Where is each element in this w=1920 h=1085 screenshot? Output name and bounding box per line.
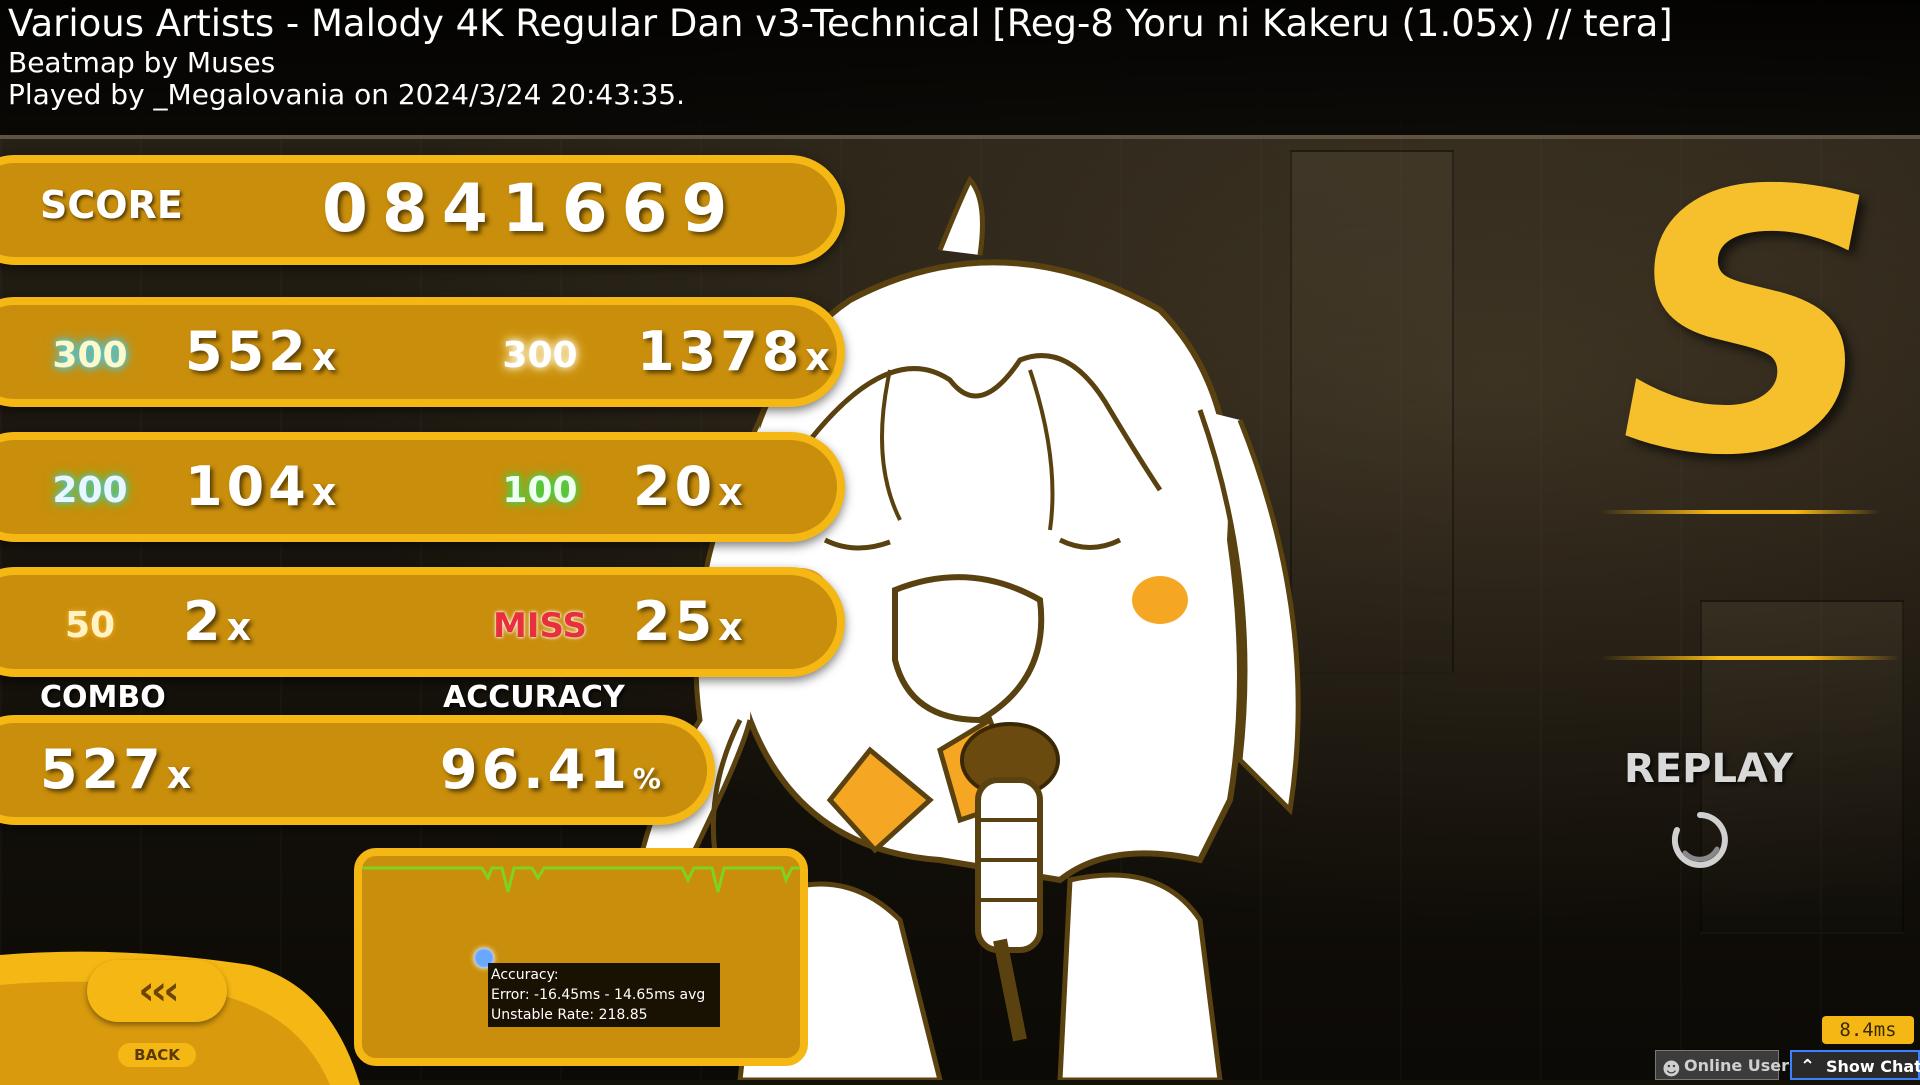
song-title: Various Artists - Malody 4K Regular Dan … <box>8 2 1673 45</box>
judgement-300-count-suffix: x <box>311 335 337 379</box>
show-chat-button[interactable]: ⌃ Show Chat <box>1790 1050 1920 1080</box>
beatmap-author: Beatmap by Muses <box>8 46 276 79</box>
combo-value-suffix: x <box>166 753 192 797</box>
accuracy-value: 96.41% <box>440 738 661 801</box>
judgement-50-count-value: 2 <box>183 590 225 653</box>
judgement-geki-count: 1378x <box>637 320 830 383</box>
judgement-100-count-value: 20 <box>633 455 717 518</box>
judgement-miss-icon: MISS <box>493 606 587 646</box>
replay-spinner-icon <box>1671 812 1728 868</box>
show-chat-label: Show Chat <box>1826 1057 1920 1076</box>
performance-graph[interactable] <box>354 848 808 1066</box>
judgement-200-count: 104x <box>185 455 336 518</box>
judgement-50-icon: 50 <box>64 605 116 646</box>
judgement-miss-count-value: 25 <box>633 590 717 653</box>
back-button[interactable]: ‹‹‹ <box>87 960 227 1022</box>
judgement-geki-icon: 300 <box>502 335 578 376</box>
tooltip-error: Error: -16.45ms - 14.65ms avg <box>491 987 706 1003</box>
grade-divider-top <box>1600 510 1880 514</box>
judgement-100-icon: 100 <box>502 470 578 511</box>
judgement-300-count: 552x <box>185 320 336 383</box>
grade-letter: S <box>1620 115 1880 534</box>
judgement-geki-count-suffix: x <box>805 335 830 379</box>
judgement-300-count-value: 552 <box>185 320 310 383</box>
replay-button[interactable]: REPLAY <box>1624 746 1793 792</box>
grade-divider-bottom <box>1600 656 1900 660</box>
online-users-button[interactable]: ☻ Online Users <box>1655 1050 1799 1080</box>
back-chevrons-icon: ‹‹‹ <box>138 968 180 1014</box>
judgement-50-count-suffix: x <box>226 605 252 649</box>
accuracy-caption: ACCURACY <box>443 680 625 715</box>
judgement-miss-count: 25x <box>633 590 743 653</box>
accuracy-value-suffix: % <box>632 762 661 795</box>
online-users-icon: ☻ <box>1662 1059 1681 1080</box>
score-label: SCORE <box>40 183 183 227</box>
combo-caption: COMBO <box>40 680 166 715</box>
judgement-200-count-value: 104 <box>185 455 310 518</box>
frame-time-counter: 8.4ms <box>1822 1016 1914 1044</box>
tooltip-title: Accuracy: <box>491 967 559 983</box>
played-by: Played by _Megalovania on 2024/3/24 20:4… <box>8 78 685 111</box>
accuracy-value-number: 96.41 <box>440 738 631 801</box>
judgement-200-icon: 200 <box>52 470 128 511</box>
online-users-label: Online Users <box>1684 1056 1799 1075</box>
judgement-50-count: 2x <box>183 590 251 653</box>
judgement-100-count-suffix: x <box>718 470 743 514</box>
back-label[interactable]: BACK <box>118 1043 196 1067</box>
judgement-miss-count-suffix: x <box>718 605 743 649</box>
tooltip-unstable-rate: Unstable Rate: 218.85 <box>491 1007 648 1023</box>
combo-value: 527x <box>40 738 191 801</box>
combo-value-number: 527 <box>40 738 165 801</box>
chevron-up-icon: ⌃ <box>1800 1056 1816 1077</box>
judgement-100-count: 20x <box>633 455 743 518</box>
performance-graph-line <box>362 866 800 893</box>
judgement-geki-count-value: 1378 <box>637 320 804 383</box>
judgement-300-icon: 300 <box>52 335 128 376</box>
judgement-200-count-suffix: x <box>311 470 337 514</box>
score-value: 0841669 <box>322 170 742 247</box>
accuracy-tooltip: Accuracy: Error: -16.45ms - 14.65ms avg … <box>488 963 720 1027</box>
